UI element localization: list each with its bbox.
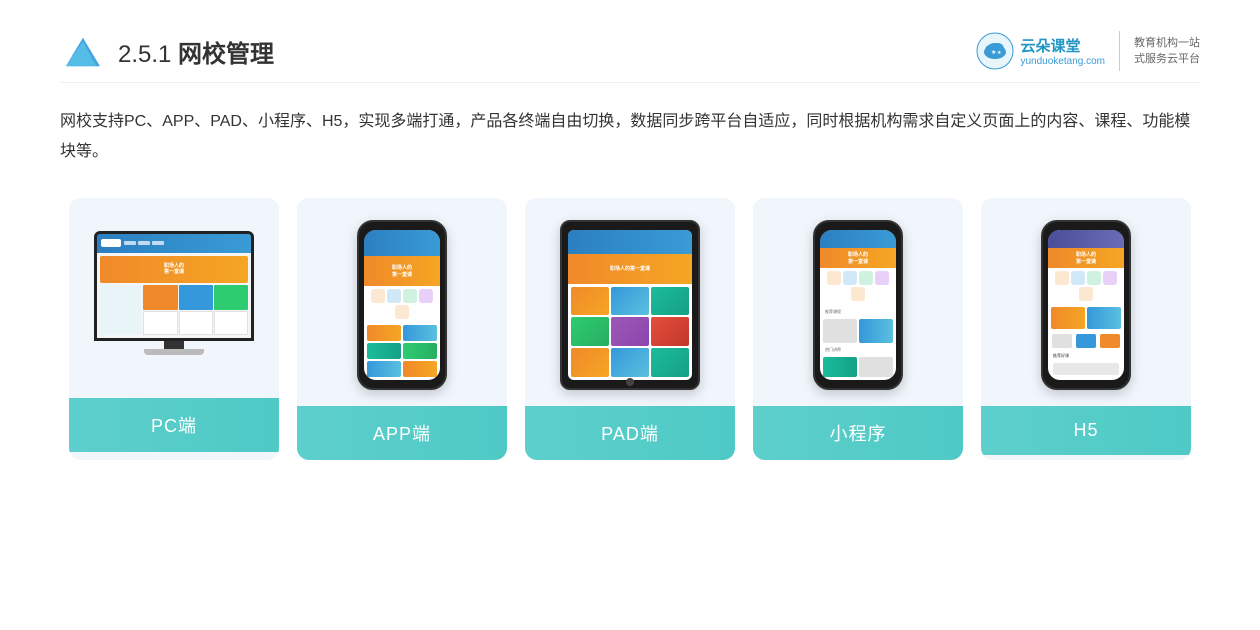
phone-screen-miniapp: 职场人的第一堂课 推荐课程 — [820, 230, 896, 380]
pc-screen: 职场人的第一堂课 — [97, 234, 251, 338]
slogan-line1: 教育机构一站 — [1134, 35, 1200, 52]
pc-monitor: 职场人的第一堂课 — [94, 231, 254, 341]
card-pad-label: PAD端 — [525, 406, 735, 460]
card-pad-image: 职场人的第一堂课 — [525, 198, 735, 406]
page-title: 2.5.1 网校管理 — [118, 34, 274, 69]
card-h5: 职场人的第一堂课 — [981, 198, 1191, 460]
card-miniapp: 职场人的第一堂课 推荐课程 — [753, 198, 963, 460]
svg-text:★: ★ — [991, 49, 996, 56]
brand-url: yunduoketang.com — [1020, 56, 1105, 67]
phone-notch-miniapp — [844, 222, 872, 228]
card-pc-image: 职场人的第一堂课 — [69, 198, 279, 398]
card-h5-label: H5 — [981, 406, 1191, 455]
card-app: 职场人的第一堂课 — [297, 198, 507, 460]
phone-screen-app: 职场人的第一堂课 — [364, 230, 440, 380]
brand-logo: ★ ★ 云朵课堂 yunduoketang.com 教育机构一站 式服务云平台 — [976, 31, 1200, 71]
phone-notch-h5 — [1072, 222, 1100, 228]
card-miniapp-image: 职场人的第一堂课 推荐课程 — [753, 198, 963, 406]
brand-slogan: 教育机构一站 式服务云平台 — [1134, 35, 1200, 68]
card-pc: 职场人的第一堂课 — [69, 198, 279, 460]
card-h5-image: 职场人的第一堂课 — [981, 198, 1191, 406]
device-phone-app: 职场人的第一堂课 — [357, 220, 447, 390]
brand-text: 云朵课堂 yunduoketang.com — [1020, 35, 1105, 67]
device-pc: 职场人的第一堂课 — [89, 231, 259, 371]
card-pad: 职场人的第一堂课 — [525, 198, 735, 460]
device-phone-h5: 职场人的第一堂课 — [1041, 220, 1131, 390]
card-pc-label: PC端 — [69, 398, 279, 452]
title-prefix: 2.5.1 — [118, 41, 178, 68]
brand-name: 云朵课堂 — [1020, 35, 1105, 56]
brand-divider — [1119, 31, 1120, 71]
brand-icon: ★ ★ — [976, 32, 1014, 70]
cards-container: 职场人的第一堂课 — [60, 198, 1200, 460]
card-app-label: APP端 — [297, 406, 507, 460]
tablet-screen: 职场人的第一堂课 — [568, 230, 692, 380]
description-text: 网校支持PC、APP、PAD、小程序、H5，实现多端打通，产品各终端自由切换，数… — [60, 107, 1200, 168]
device-phone-miniapp: 职场人的第一堂课 推荐课程 — [813, 220, 903, 390]
title-bold: 网校管理 — [178, 41, 274, 68]
header: 2.5.1 网校管理 ★ ★ 云朵课堂 yundu — [60, 30, 1200, 83]
slogan-line2: 式服务云平台 — [1134, 51, 1200, 68]
phone-notch — [388, 222, 416, 228]
logo-icon — [60, 30, 102, 72]
svg-text:★: ★ — [997, 50, 1002, 56]
page-container: 2.5.1 网校管理 ★ ★ 云朵课堂 yundu — [0, 0, 1260, 630]
header-left: 2.5.1 网校管理 — [60, 30, 274, 72]
phone-screen-h5: 职场人的第一堂课 — [1048, 230, 1124, 380]
device-tablet: 职场人的第一堂课 — [560, 220, 700, 390]
card-miniapp-label: 小程序 — [753, 406, 963, 460]
card-app-image: 职场人的第一堂课 — [297, 198, 507, 406]
